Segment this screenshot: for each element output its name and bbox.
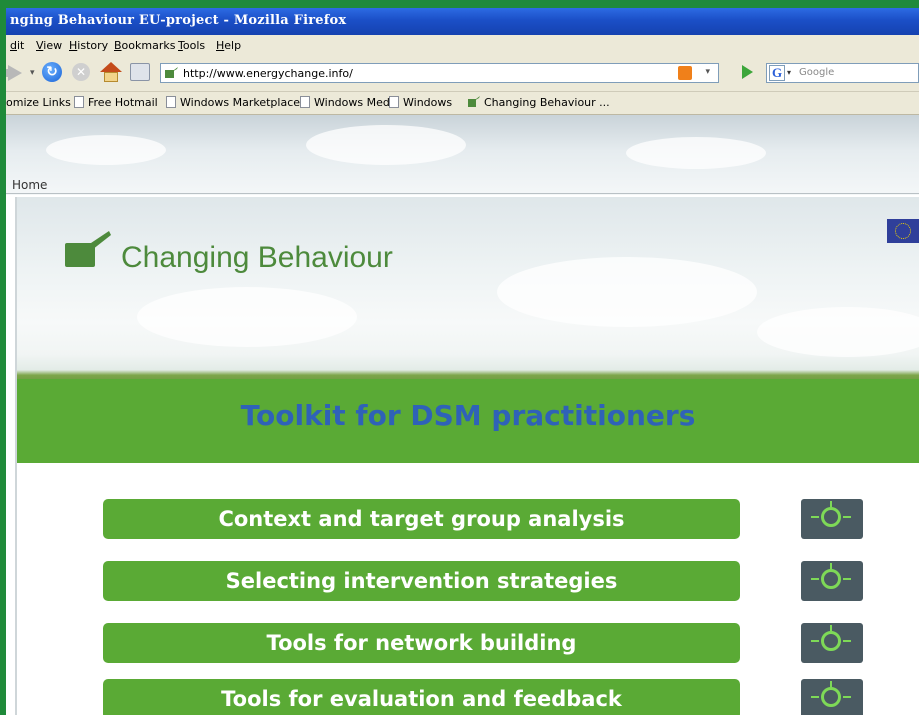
stop-icon[interactable]: ✕: [72, 63, 90, 81]
home-icon[interactable]: [100, 62, 122, 82]
bookmark-customize-links[interactable]: omize Links: [6, 96, 71, 109]
top-header: Home: [6, 115, 919, 195]
bookmarks-toolbar: omize Links Free Hotmail Windows Marketp…: [6, 92, 919, 115]
bookmark-windows[interactable]: Windows: [389, 96, 452, 109]
url-dropdown-icon[interactable]: ▾: [705, 67, 710, 77]
cloud-decoration: [306, 125, 466, 165]
bookmark-label: Windows Media: [314, 96, 400, 109]
bookmark-label: Free Hotmail: [88, 96, 158, 109]
browser-window: nging Behaviour EU-project - Mozilla Fir…: [6, 8, 919, 715]
bookmark-free-hotmail[interactable]: Free Hotmail: [74, 96, 158, 109]
toolkit-title: Toolkit for DSM practitioners: [240, 399, 696, 432]
menu-bookmarks[interactable]: Bookmarks: [114, 39, 175, 52]
page-icon: [166, 96, 176, 108]
home-link[interactable]: Home: [12, 178, 47, 192]
rss-feed-icon[interactable]: [678, 66, 692, 80]
window-title: nging Behaviour EU-project - Mozilla Fir…: [10, 13, 347, 28]
toolkit-header: Toolkit for DSM practitioners: [17, 379, 919, 463]
lightbulb-icon[interactable]: [801, 623, 863, 663]
header-divider: [6, 193, 919, 194]
cloud-decoration: [626, 137, 766, 169]
lightbulb-icon[interactable]: [801, 499, 863, 539]
bookmark-windows-marketplace[interactable]: Windows Marketplace: [166, 96, 300, 109]
site-favicon-icon: [165, 67, 178, 78]
menu-help[interactable]: Help: [216, 39, 241, 52]
lightbulb-icon[interactable]: [801, 561, 863, 601]
eu-flag-icon: [887, 219, 919, 243]
print-icon[interactable]: [130, 63, 150, 81]
forward-icon[interactable]: [8, 65, 22, 81]
bookmark-windows-media[interactable]: Windows Media: [300, 96, 400, 109]
menu-view[interactable]: View: [36, 39, 62, 52]
menu-bar: dit View History Bookmarks Tools Help: [6, 35, 919, 56]
cloud-decoration: [757, 307, 919, 357]
bookmark-label: omize Links: [6, 96, 71, 109]
web-page: Home Changing Behaviour Toolkit for DSM …: [6, 115, 919, 715]
cloud-decoration: [137, 287, 357, 347]
lightbulb-icon[interactable]: [801, 679, 863, 715]
go-icon[interactable]: [742, 65, 753, 79]
site-brand-name[interactable]: Changing Behaviour: [121, 241, 393, 275]
bookmark-label: Windows Marketplace: [180, 96, 301, 109]
search-box[interactable]: G ▾ Google: [766, 63, 919, 83]
site-favicon-icon: [468, 96, 480, 107]
cloud-decoration: [46, 135, 166, 165]
google-engine-icon[interactable]: G: [769, 65, 785, 81]
url-text[interactable]: http://www.energychange.info/: [183, 67, 353, 80]
section-context-analysis-button[interactable]: Context and target group analysis: [103, 499, 740, 539]
navigation-toolbar: ▾ ↻ ✕ http://www.energychange.info/ ▾ G …: [6, 55, 919, 92]
address-bar[interactable]: http://www.energychange.info/ ▾: [160, 63, 719, 83]
section-network-building-button[interactable]: Tools for network building: [103, 623, 740, 663]
page-icon: [74, 96, 84, 108]
history-dropdown-icon[interactable]: ▾: [30, 68, 35, 78]
bookmark-changing-behaviour[interactable]: Changing Behaviour ...: [468, 96, 610, 109]
cloud-decoration: [497, 257, 757, 327]
search-placeholder: Google: [799, 67, 835, 78]
section-intervention-strategies-button[interactable]: Selecting intervention strategies: [103, 561, 740, 601]
changing-behaviour-logo: [65, 231, 111, 267]
section-evaluation-feedback-button[interactable]: Tools for evaluation and feedback: [103, 679, 740, 715]
title-bar: nging Behaviour EU-project - Mozilla Fir…: [6, 8, 919, 35]
bookmark-label: Changing Behaviour ...: [484, 96, 610, 109]
engine-dropdown-icon[interactable]: ▾: [787, 68, 791, 77]
reload-icon[interactable]: ↻: [42, 62, 62, 82]
page-icon: [300, 96, 310, 108]
menu-history[interactable]: History: [69, 39, 108, 52]
bookmark-label: Windows: [403, 96, 453, 109]
page-icon: [389, 96, 399, 108]
menu-tools[interactable]: Tools: [178, 39, 205, 52]
menu-edit[interactable]: dit: [10, 39, 24, 52]
